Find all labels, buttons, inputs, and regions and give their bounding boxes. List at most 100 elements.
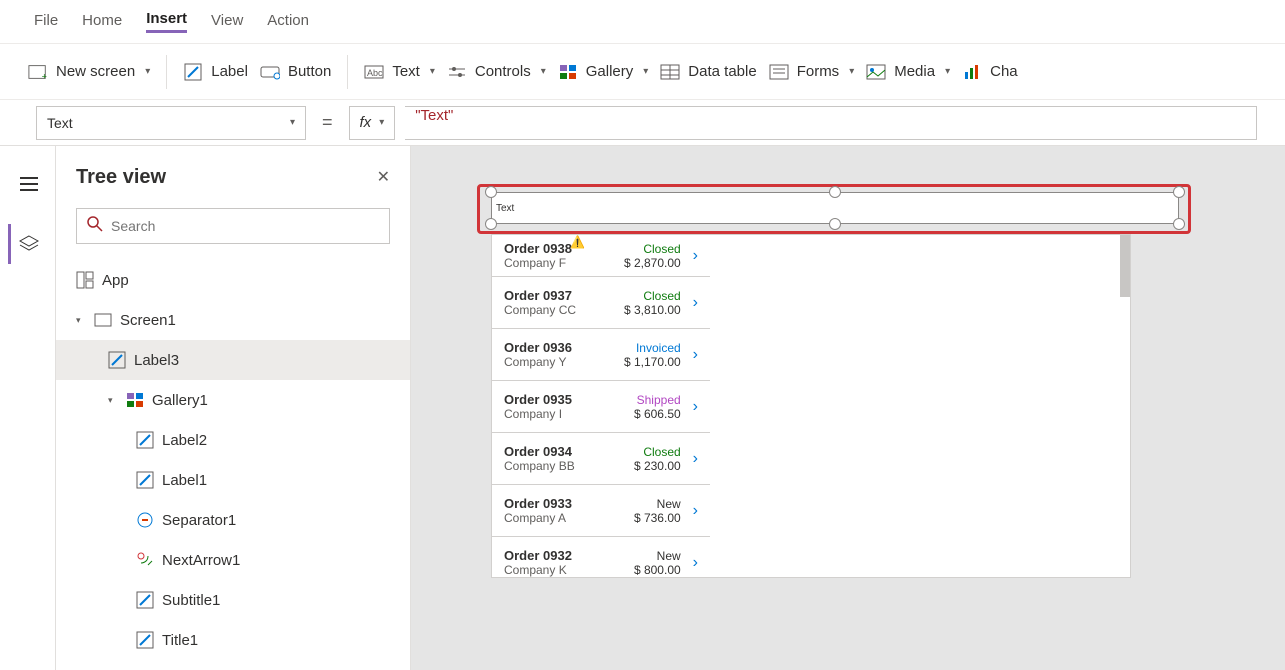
- hamburger-button[interactable]: [8, 164, 48, 204]
- new-screen-label: New screen: [56, 63, 135, 80]
- resize-handle[interactable]: [1173, 218, 1185, 230]
- tree-node-app[interactable]: App: [56, 260, 410, 300]
- left-rail: [0, 146, 56, 670]
- insert-media-dropdown[interactable]: Media ▾: [866, 63, 950, 81]
- label-icon: [136, 591, 154, 609]
- insert-datatable-label: Data table: [688, 63, 756, 80]
- resize-handle[interactable]: [485, 186, 497, 198]
- scrollbar[interactable]: [1120, 235, 1130, 297]
- property-dropdown-value: Text: [47, 115, 73, 131]
- gallery-row[interactable]: Order 0934Company BBClosed$ 230.00›: [492, 433, 710, 485]
- menu-file[interactable]: File: [34, 12, 58, 32]
- chevron-right-icon[interactable]: ›: [693, 398, 698, 416]
- chevron-right-icon[interactable]: ›: [693, 502, 698, 520]
- tree-node-label: Separator1: [162, 512, 236, 529]
- chevron-down-icon: ▾: [290, 117, 295, 128]
- insert-forms-label: Forms: [797, 63, 840, 80]
- tree-node-subtitle1[interactable]: Subtitle1: [56, 580, 410, 620]
- tree-node-label1[interactable]: Label1: [56, 460, 410, 500]
- insert-controls-label: Controls: [475, 63, 531, 80]
- datatable-icon: [660, 63, 680, 81]
- screen-icon: [94, 313, 112, 327]
- label-icon: [108, 351, 126, 369]
- gallery-row[interactable]: Order 0935Company IShipped$ 606.50›: [492, 381, 710, 433]
- label-icon: [136, 631, 154, 649]
- insert-controls-dropdown[interactable]: Controls ▾: [447, 63, 546, 81]
- svg-text:Abc: Abc: [367, 68, 383, 78]
- tree-node-label: Label3: [134, 352, 179, 369]
- caret-icon[interactable]: ▾: [76, 315, 86, 326]
- formula-bar: Text ▾ = fx ▾ "Text": [0, 100, 1285, 146]
- tree-node-label: Gallery1: [152, 392, 208, 409]
- gallery-row[interactable]: Order 0937Company CCClosed$ 3,810.00›: [492, 277, 710, 329]
- gallery-icon: [126, 392, 144, 408]
- hamburger-icon: [20, 177, 38, 191]
- formula-input[interactable]: "Text": [405, 106, 1257, 140]
- property-dropdown[interactable]: Text ▾: [36, 106, 306, 140]
- chevron-down-icon: ▾: [541, 66, 546, 77]
- chevron-right-icon[interactable]: ›: [693, 294, 698, 312]
- tree-node-nextarrow1[interactable]: NextArrow1: [56, 540, 410, 580]
- order-title: Order 0933: [504, 496, 609, 511]
- text-icon: Abc: [364, 63, 384, 81]
- tree-node-title1[interactable]: Title1: [56, 620, 410, 660]
- tree-node-gallery1[interactable]: ▾ Gallery1: [56, 380, 410, 420]
- resize-handle[interactable]: [1173, 186, 1185, 198]
- chevron-right-icon[interactable]: ›: [693, 346, 698, 364]
- insert-text-dropdown[interactable]: Abc Text ▾: [364, 63, 435, 81]
- insert-gallery-dropdown[interactable]: Gallery ▾: [558, 63, 649, 81]
- menu-action[interactable]: Action: [267, 12, 309, 32]
- insert-label-button[interactable]: Label: [183, 63, 248, 81]
- resize-handle[interactable]: [829, 218, 841, 230]
- gallery-row[interactable]: Order 0936Company YInvoiced$ 1,170.00›: [492, 329, 710, 381]
- menu-bar: File Home Insert View Action: [0, 0, 1285, 44]
- menu-insert[interactable]: Insert: [146, 10, 187, 33]
- gallery1-control[interactable]: Order 0938Company FClosed$ 2,870.00›⚠️Or…: [491, 234, 1131, 578]
- order-status: Shipped: [609, 393, 681, 407]
- insert-datatable-button[interactable]: Data table: [660, 63, 756, 81]
- layers-icon: [19, 235, 39, 253]
- order-status: New: [609, 497, 681, 511]
- resize-handle[interactable]: [485, 218, 497, 230]
- insert-button-button[interactable]: Button: [260, 63, 331, 81]
- insert-forms-dropdown[interactable]: Forms ▾: [769, 63, 855, 81]
- order-company: Company F: [504, 256, 609, 270]
- tree-node-label3[interactable]: Label3: [56, 340, 410, 380]
- menu-home[interactable]: Home: [82, 12, 122, 32]
- fx-button[interactable]: fx ▾: [349, 106, 396, 140]
- order-status: Closed: [609, 242, 681, 256]
- tree-node-label: Subtitle1: [162, 592, 220, 609]
- search-box[interactable]: [76, 208, 390, 244]
- gallery-icon: [558, 63, 578, 81]
- fx-label: fx: [360, 114, 372, 131]
- search-input[interactable]: [111, 218, 379, 234]
- warning-icon: ⚠️: [570, 235, 585, 249]
- resize-handle[interactable]: [829, 186, 841, 198]
- separator-icon: [136, 511, 154, 529]
- new-screen-button[interactable]: + New screen ▾: [28, 63, 150, 81]
- caret-icon[interactable]: ▾: [108, 395, 118, 406]
- gallery-row[interactable]: Order 0932Company KNew$ 800.00›: [492, 537, 710, 578]
- close-icon[interactable]: ✕: [377, 167, 390, 187]
- chevron-right-icon[interactable]: ›: [693, 554, 698, 572]
- canvas[interactable]: Text Order 0938Company FClosed$ 2,870.00…: [411, 146, 1285, 670]
- label-icon: [183, 63, 203, 81]
- order-amount: $ 230.00: [609, 459, 681, 473]
- order-amount: $ 2,870.00: [609, 256, 681, 270]
- order-title: Order 0937: [504, 288, 609, 303]
- new-screen-icon: +: [28, 63, 48, 81]
- tree-node-label2[interactable]: Label2: [56, 420, 410, 460]
- order-amount: $ 736.00: [609, 511, 681, 525]
- gallery-row[interactable]: Order 0938Company FClosed$ 2,870.00›⚠️: [492, 235, 710, 277]
- insert-charts-dropdown[interactable]: Cha: [962, 63, 1018, 81]
- tree-node-screen1[interactable]: ▾ Screen1: [56, 300, 410, 340]
- chevron-down-icon: ▾: [430, 66, 435, 77]
- search-icon: [87, 216, 103, 237]
- chevron-right-icon[interactable]: ›: [693, 247, 698, 265]
- tree-node-separator1[interactable]: Separator1: [56, 500, 410, 540]
- tree-view-rail-button[interactable]: [8, 224, 48, 264]
- menu-view[interactable]: View: [211, 12, 243, 32]
- order-company: Company K: [504, 563, 609, 577]
- chevron-right-icon[interactable]: ›: [693, 450, 698, 468]
- gallery-row[interactable]: Order 0933Company ANew$ 736.00›: [492, 485, 710, 537]
